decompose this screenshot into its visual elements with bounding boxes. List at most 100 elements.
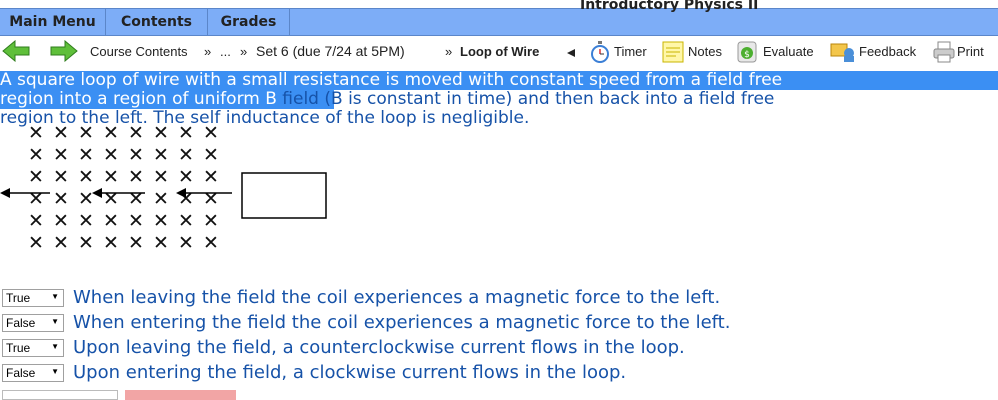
field-cross-symbol: ✕ [178,210,194,232]
field-cross-symbol: ✕ [153,210,169,232]
timer-label[interactable]: Timer [614,44,647,59]
chevron-down-icon: ▼ [51,342,59,351]
field-cross-symbol: ✕ [53,232,69,254]
field-cross-symbol: ✕ [28,166,44,188]
stopwatch-icon[interactable] [590,41,610,63]
print-icon[interactable] [933,41,955,63]
field-cross-symbol: ✕ [203,123,219,144]
field-cross-symbol: ✕ [53,144,69,166]
answer-row: False ▼ When entering the field the coil… [2,312,902,336]
field-cross-symbol: ✕ [128,232,144,254]
notes-icon[interactable] [662,41,684,63]
forward-arrow-icon[interactable] [50,40,78,62]
field-cross-symbol: ✕ [178,166,194,188]
chevron-down-icon: ▼ [51,292,59,301]
field-cross-symbol: ✕ [28,188,44,210]
field-cross-symbol: ✕ [153,144,169,166]
answer-statement: When entering the field the coil experie… [73,312,731,333]
menu-grades[interactable]: Grades [208,9,290,35]
answer-row: True ▼ Upon leaving the field, a counter… [2,337,902,361]
select-value: True [6,291,31,305]
field-cross-symbol: ✕ [128,210,144,232]
field-cross-symbol: ✕ [178,144,194,166]
field-cross-symbol: ✕ [53,188,69,210]
field-cross-symbol: ✕ [78,144,94,166]
problem-statement: A square loop of wire with a small resis… [0,71,930,128]
answer-select[interactable]: False ▼ [2,314,64,332]
notes-label[interactable]: Notes [688,44,722,59]
select-value: True [6,341,31,355]
field-cross-symbol: ✕ [78,210,94,232]
answer-row: False ▼ Upon entering the field, a clock… [2,362,902,386]
answer-select[interactable]: False ▼ [2,364,64,382]
app-title: Introductory Physics II [580,0,759,13]
field-cross-symbol: ✕ [178,232,194,254]
field-cross-symbol: ✕ [28,123,44,144]
field-cross-symbol: ✕ [203,188,219,210]
answer-input-partial[interactable] [2,390,118,400]
breadcrumb-course-contents[interactable]: Course Contents [90,44,188,59]
magnetic-field-into-page: ✕ ✕ ✕ ✕ ✕ ✕ ✕ ✕✕ ✕ ✕ ✕ ✕ ✕ ✕ ✕✕ ✕ ✕ ✕ ✕ ✕ ✕ ✕✕ ✕ ✕ ✕ ✕ ✕ ✕ ✕✕ ✕ ✕ ✕ ✕ ✕ ✕ ✕… [28,123,219,254]
svg-text:$: $ [744,50,750,60]
answer-statement: Upon entering the field, a clockwise cur… [73,362,627,383]
evaluate-label[interactable]: Evaluate [763,44,814,59]
field-cross-symbol: ✕ [128,188,144,210]
evaluate-icon[interactable]: $ [736,40,758,64]
answer-select[interactable]: True ▼ [2,289,64,307]
chevron-down-icon: ▼ [51,367,59,376]
field-cross-symbol: ✕ [53,123,69,144]
wire-loop [241,172,327,219]
back-arrow-icon[interactable] [2,40,30,62]
field-cross-symbol: ✕ [103,144,119,166]
field-cross-symbol: ✕ [103,232,119,254]
field-cross-symbol: ✕ [28,210,44,232]
field-cross-symbol: ✕ [103,166,119,188]
breadcrumb-ellipsis[interactable]: ... [220,44,231,59]
problem-line-2-selected: region into a region of uniform B [0,89,277,109]
field-cross-symbol: ✕ [103,210,119,232]
field-cross-symbol: ✕ [153,188,169,210]
breadcrumb-current: Loop of Wire [460,44,540,59]
answer-row: True ▼ When leaving the field the coil e… [2,287,902,311]
field-cross-symbol: ✕ [203,166,219,188]
feedback-icon[interactable] [830,41,856,63]
submit-button-partial[interactable] [125,390,236,400]
feedback-label[interactable]: Feedback [859,44,916,59]
answer-select[interactable]: True ▼ [2,339,64,357]
print-label[interactable]: Print [957,44,984,59]
triangle-left-icon [567,49,575,57]
problem-figure: ✕ ✕ ✕ ✕ ✕ ✕ ✕ ✕✕ ✕ ✕ ✕ ✕ ✕ ✕ ✕✕ ✕ ✕ ✕ ✕ ✕ ✕ ✕✕ ✕ ✕ ✕ ✕ ✕ ✕ ✕✕ ✕ ✕ ✕ ✕ ✕ ✕ ✕… [0,123,327,254]
field-cross-symbol: ✕ [78,188,94,210]
field-cross-symbol: ✕ [178,123,194,144]
navigation-bar: Course Contents » ... » Set 6 (due 7/24 … [0,36,998,68]
problem-line-2-rest: field (B is constant in time) and then b… [276,89,775,109]
field-cross-symbol: ✕ [203,144,219,166]
menu-main-menu[interactable]: Main Menu [0,9,106,35]
field-cross-symbol: ✕ [153,123,169,144]
field-cross-symbol: ✕ [78,123,94,144]
field-cross-symbol: ✕ [128,123,144,144]
field-cross-symbol: ✕ [53,166,69,188]
breadcrumb-separator: » [204,44,212,59]
field-cross-symbol: ✕ [28,232,44,254]
answer-statement: Upon leaving the field, a counterclockwi… [73,337,685,358]
answer-statement: When leaving the field the coil experien… [73,287,721,308]
breadcrumb-separator: » [240,44,248,59]
chevron-down-icon: ▼ [51,317,59,326]
field-cross-symbol: ✕ [53,210,69,232]
field-cross-symbol: ✕ [203,232,219,254]
menu-contents[interactable]: Contents [106,9,208,35]
field-cross-symbol: ✕ [78,166,94,188]
main-menu-bar: Introductory Physics II Main Menu Conten… [0,0,998,36]
breadcrumb-set[interactable]: Set 6 (due 7/24 at 5PM) [256,43,405,59]
field-cross-symbol: ✕ [78,232,94,254]
field-cross-symbol: ✕ [153,232,169,254]
field-cross-symbol: ✕ [128,144,144,166]
field-cross-symbol: ✕ [153,166,169,188]
field-cross-symbol: ✕ [128,166,144,188]
field-cross-symbol: ✕ [28,144,44,166]
field-cross-symbol: ✕ [103,188,119,210]
field-cross-symbol: ✕ [203,210,219,232]
select-value: False [6,366,36,380]
select-value: False [6,316,36,330]
